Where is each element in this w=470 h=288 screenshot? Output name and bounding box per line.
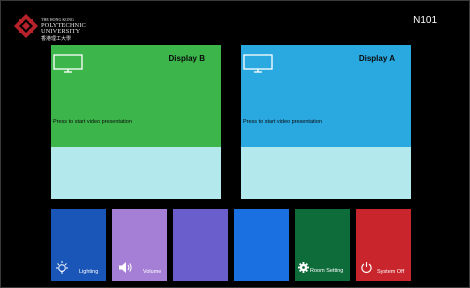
polyu-emblem-icon xyxy=(14,14,38,38)
gear-icon xyxy=(298,262,309,273)
blank-tile-2[interactable] xyxy=(234,209,289,281)
display-b-prompt: Press to start video presentation xyxy=(53,119,132,125)
display-b-title: Display B xyxy=(168,54,205,63)
monitor-icon xyxy=(53,54,83,73)
display-a-prompt: Press to start video presentation xyxy=(243,119,322,125)
room-label: N101 xyxy=(413,15,437,26)
volume-label: Volume xyxy=(143,269,162,275)
blank-tile-1[interactable] xyxy=(173,209,228,281)
volume-button[interactable]: Volume xyxy=(112,209,167,281)
display-a-lower-area xyxy=(241,147,411,199)
power-icon xyxy=(361,262,372,274)
monitor-icon xyxy=(243,54,273,73)
lightbulb-icon xyxy=(56,261,68,274)
display-b-lower-area xyxy=(51,147,221,199)
system-off-button[interactable]: System Off xyxy=(356,209,411,281)
university-name: POLYTECHNIC UNIVERSITY xyxy=(41,22,86,36)
university-logo: THE HONG KONG POLYTECHNIC UNIVERSITY 香港理… xyxy=(14,14,124,42)
display-b-button[interactable]: Display B Press to start video presentat… xyxy=(51,45,221,199)
room-setting-button[interactable]: Room Setting xyxy=(295,209,350,281)
system-off-label: System Off xyxy=(377,269,405,275)
university-chinese-name: 香港理工大學 xyxy=(41,35,72,42)
display-a-button[interactable]: Display A Press to start video presentat… xyxy=(241,45,411,199)
lighting-button[interactable]: Lighting xyxy=(51,209,106,281)
room-setting-label: Room Setting xyxy=(310,268,344,274)
display-a-title: Display A xyxy=(358,54,395,63)
lighting-label: Lighting xyxy=(79,269,99,275)
speaker-icon xyxy=(119,262,132,273)
